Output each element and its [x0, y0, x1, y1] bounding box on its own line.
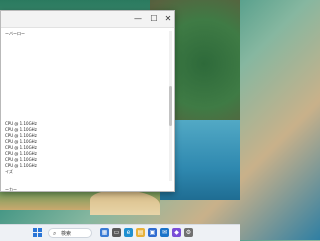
widgets-icon[interactable]: ▦ — [100, 228, 109, 237]
vertical-scrollbar[interactable] — [169, 31, 172, 181]
taskbar-search-box[interactable]: ⌕ 検索 — [48, 228, 92, 238]
text-content[interactable]: ーバーロー..............CPU @ 1.10GHzCPU @ 1.… — [5, 31, 165, 191]
scroll-thumb[interactable] — [169, 86, 172, 126]
window-titlebar[interactable]: — ☐ ✕ — [1, 11, 174, 28]
text-line: ーカー — [5, 187, 17, 191]
store-icon[interactable]: ▣ — [148, 228, 157, 237]
start-button[interactable] — [33, 228, 43, 238]
edge-icon[interactable]: e — [124, 228, 133, 237]
mail-icon[interactable]: ✉ — [160, 228, 169, 237]
app-icon[interactable]: ◆ — [172, 228, 181, 237]
search-label: 検索 — [61, 231, 72, 237]
close-button[interactable]: ✕ — [161, 13, 175, 25]
taskbar: ⌕ 検索 ▦ ▭ e ▤ ▣ ✉ ◆ ⚙ — [0, 224, 240, 241]
text-window: — ☐ ✕ ーバーロー..............CPU @ 1.10GHzCP… — [0, 10, 175, 192]
search-icon: ⌕ — [53, 230, 57, 237]
minimize-button[interactable]: — — [131, 13, 145, 25]
settings-icon[interactable]: ⚙ — [184, 228, 193, 237]
task-view-icon[interactable]: ▭ — [112, 228, 121, 237]
explorer-icon[interactable]: ▤ — [136, 228, 145, 237]
maximize-button[interactable]: ☐ — [147, 13, 161, 25]
